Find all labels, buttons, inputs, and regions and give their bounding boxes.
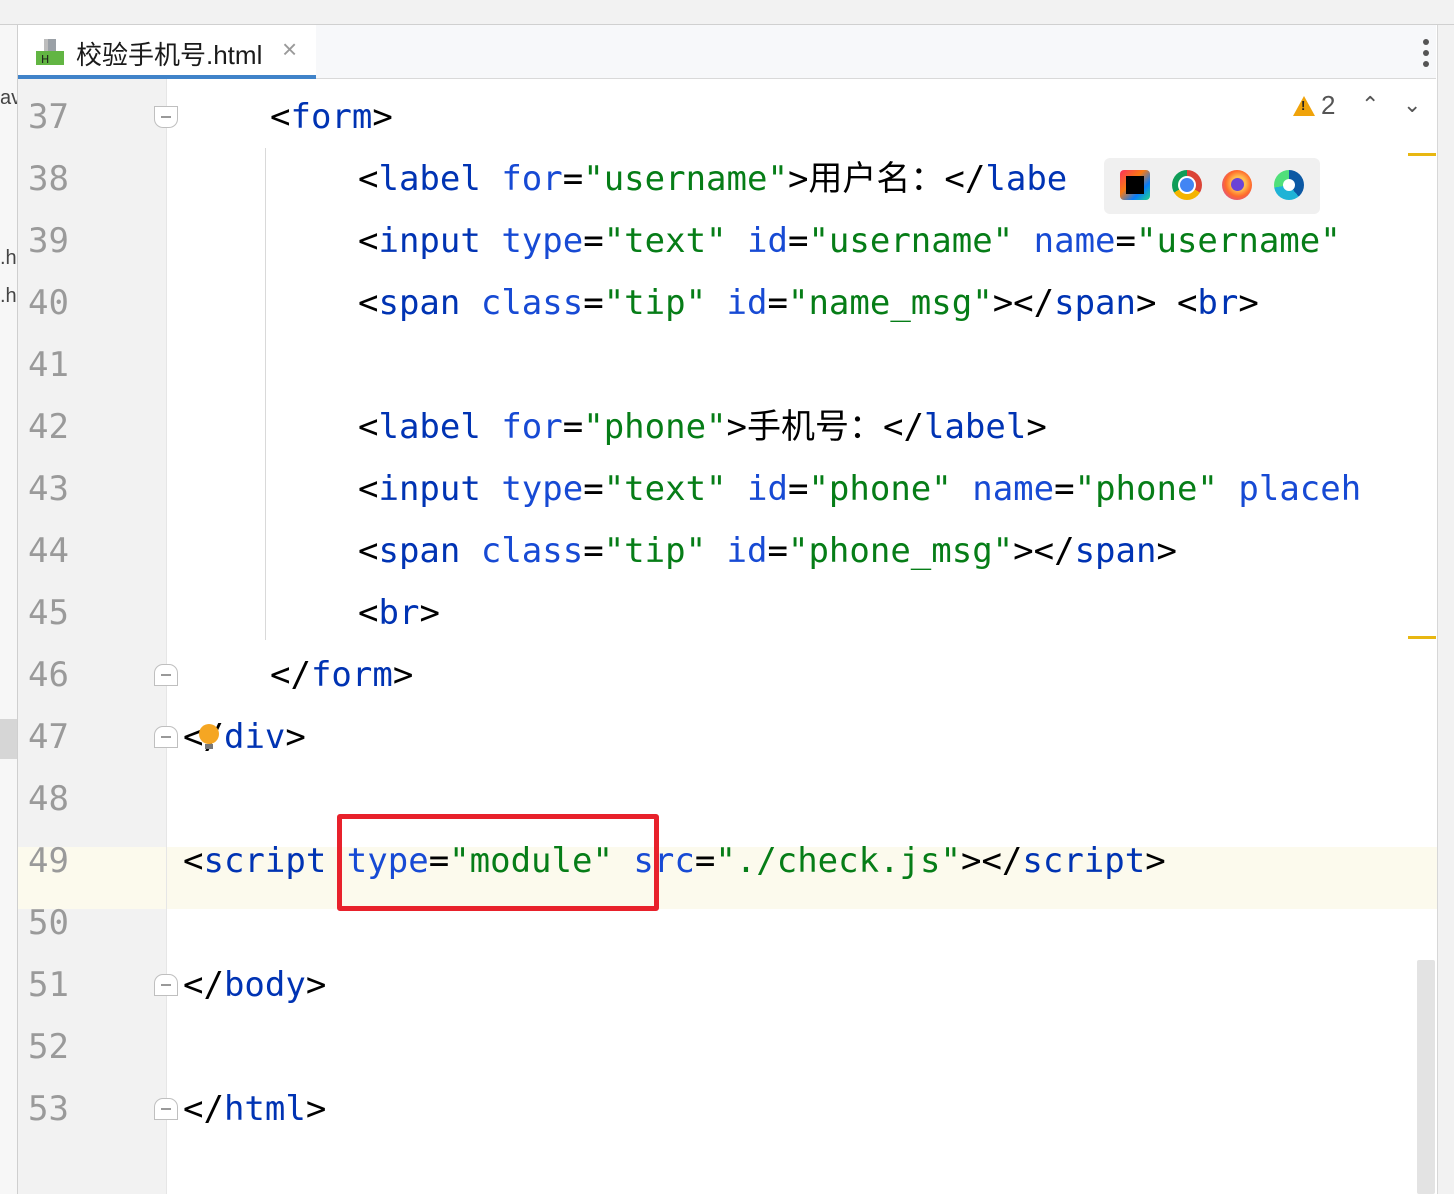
warning-count: 2	[1321, 90, 1336, 120]
line-number: 46	[28, 655, 69, 695]
chrome-icon[interactable]	[1172, 170, 1202, 200]
code-line-46: </form>	[270, 655, 414, 695]
line-number: 47	[28, 717, 69, 757]
code-line-42: <label for="phone">手机号：</label>	[358, 407, 1047, 447]
project-fragment: .h	[0, 247, 17, 269]
line-number: 37	[28, 97, 69, 137]
code-line-40: <span class="tip" id="name_msg"></span> …	[358, 283, 1259, 323]
line-number: 53	[28, 1089, 69, 1129]
tab-label: 校验手机号.html	[76, 40, 263, 70]
previous-highlight-icon[interactable]: ⌃	[1361, 92, 1379, 118]
more-options-icon[interactable]	[1416, 37, 1436, 69]
fold-end-icon[interactable]	[154, 726, 178, 748]
code-line-43: <input type="text" id="phone" name="phon…	[358, 469, 1362, 509]
top-strip	[0, 0, 1454, 25]
code-line-37: <form>	[270, 97, 393, 137]
close-icon[interactable]: ×	[282, 34, 297, 65]
html-file-icon: H	[36, 39, 64, 65]
code-line-45: <br>	[358, 593, 440, 633]
code-line-51: </body>	[183, 965, 327, 1005]
warning-stripe-marker[interactable]	[1408, 636, 1436, 639]
warning-stripe-marker[interactable]	[1408, 153, 1436, 156]
intellij-icon[interactable]	[1120, 170, 1150, 200]
fold-end-icon[interactable]	[154, 974, 178, 996]
vertical-scrollbar[interactable]	[1417, 960, 1435, 1194]
indent-guide	[265, 148, 266, 640]
fold-end-icon[interactable]	[154, 664, 178, 686]
line-number: 49	[28, 841, 69, 881]
tab-file[interactable]: H 校验手机号.html ×	[18, 25, 316, 79]
line-number: 51	[28, 965, 69, 1005]
line-number: 45	[28, 593, 69, 633]
edge-icon[interactable]	[1274, 170, 1304, 200]
svg-text:H: H	[41, 53, 49, 65]
editor-tab-bar: H 校验手机号.html ×	[18, 25, 1436, 79]
fold-collapse-icon[interactable]	[154, 106, 178, 128]
line-number: 50	[28, 903, 69, 943]
line-number: 38	[28, 159, 69, 199]
code-line-44: <span class="tip" id="phone_msg"></span>	[358, 531, 1177, 571]
code-line-53: </html>	[183, 1089, 327, 1129]
line-number: 44	[28, 531, 69, 571]
fold-end-icon[interactable]	[154, 1098, 178, 1120]
warning-indicator[interactable]: 2	[1293, 90, 1335, 121]
highlight-box	[337, 814, 659, 911]
warning-icon	[1293, 96, 1315, 116]
firefox-icon[interactable]	[1222, 170, 1252, 200]
line-number: 41	[28, 345, 69, 385]
line-number: 43	[28, 469, 69, 509]
project-selection	[0, 719, 17, 759]
line-number: 39	[28, 221, 69, 261]
next-highlight-icon[interactable]: ⌄	[1403, 92, 1421, 118]
project-fragment: .h	[0, 285, 17, 307]
code-line-38: <label for="username">用户名：</labe	[358, 159, 1068, 199]
code-line-49: <script type="module" src="./check.js"><…	[183, 841, 1166, 881]
project-fragment: av	[0, 87, 17, 109]
browser-preview-popup	[1104, 158, 1320, 214]
line-number: 52	[28, 1027, 69, 1067]
right-tool-strip	[1437, 25, 1454, 1194]
line-number: 40	[28, 283, 69, 323]
line-number: 42	[28, 407, 69, 447]
line-number: 48	[28, 779, 69, 819]
code-line-39: <input type="text" id="username" name="u…	[358, 221, 1341, 261]
intention-bulb-icon[interactable]	[199, 724, 219, 749]
project-panel-edge: av .h .h	[0, 25, 18, 1194]
